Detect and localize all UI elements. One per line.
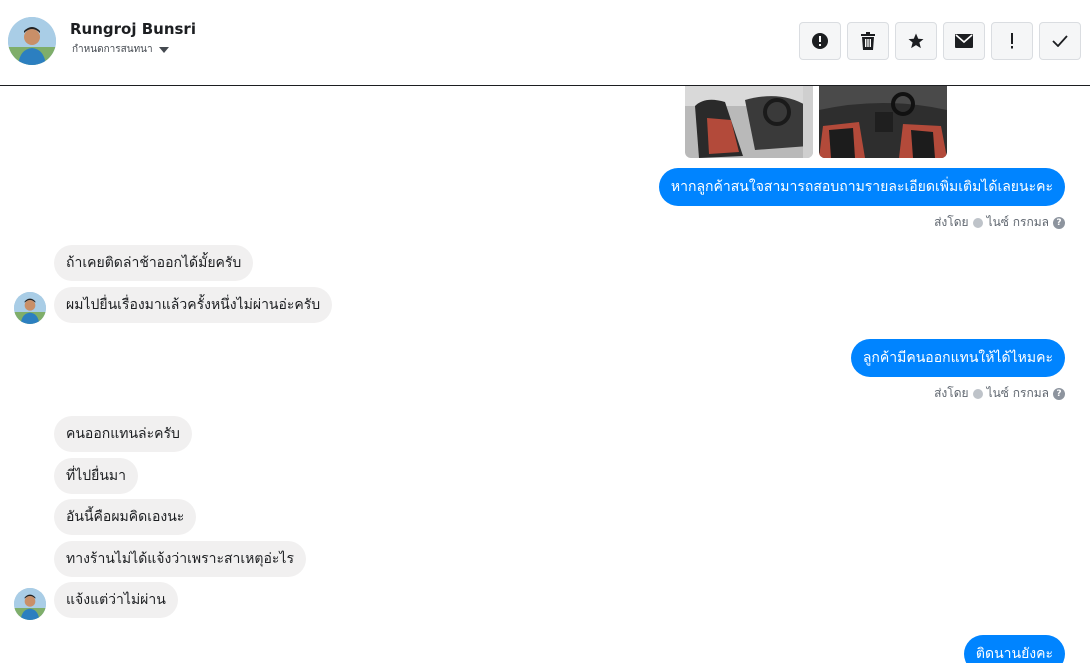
trash-icon xyxy=(861,32,875,50)
toolbar xyxy=(799,22,1081,60)
incoming-message[interactable]: ทางร้านไม่ได้แจ้งว่าเพราะสาเหตุอ่ะไร xyxy=(54,541,306,577)
car-interior-image-2[interactable] xyxy=(819,86,947,158)
conversation-header: Rungroj Bunsri กำหนดการสนทนา xyxy=(0,0,1090,86)
mark-unread-button[interactable] xyxy=(943,22,985,60)
alert-circle-icon xyxy=(812,33,828,49)
priority-button[interactable] xyxy=(991,22,1033,60)
sent-by-prefix: ส่งโดย xyxy=(934,386,969,400)
message-thread[interactable]: หากลูกค้าสนใจสามารถสอบถามรายละเอียดเพิ่ม… xyxy=(0,86,1090,663)
verified-icon xyxy=(972,388,983,399)
sender-name[interactable]: ไนซ์ กรกมล xyxy=(987,384,1049,403)
exclamation-icon xyxy=(1011,33,1013,49)
sent-by-info: ส่งโดย ไนซ์ กรกมล ? xyxy=(934,384,1065,403)
envelope-icon xyxy=(955,34,973,48)
sent-by-info: ส่งโดย ไนซ์ กรกมล ? xyxy=(934,213,1065,232)
verified-icon xyxy=(972,217,983,228)
contact-avatar-small[interactable] xyxy=(14,292,46,324)
incoming-message[interactable]: ผมไปยื่นเรื่องมาแล้วครั้งหนึ่งไม่ผ่านอ่ะ… xyxy=(54,287,333,323)
conversation-settings[interactable]: กำหนดการสนทนา xyxy=(72,42,169,57)
conversation-settings-label: กำหนดการสนทนา xyxy=(72,44,153,55)
star-icon xyxy=(908,33,924,49)
delete-button[interactable] xyxy=(847,22,889,60)
sender-name[interactable]: ไนซ์ กรกมล xyxy=(987,213,1049,232)
contact-avatar-small[interactable] xyxy=(14,588,46,620)
check-icon xyxy=(1052,35,1068,47)
outgoing-message[interactable]: ลูกค้ามีคนออกแทนให้ได้ไหมคะ xyxy=(850,339,1065,377)
star-button[interactable] xyxy=(895,22,937,60)
chevron-down-icon xyxy=(158,46,169,53)
contact-name[interactable]: Rungroj Bunsri xyxy=(70,20,196,38)
outgoing-message[interactable]: หากลูกค้าสนใจสามารถสอบถามรายละเอียดเพิ่ม… xyxy=(658,168,1065,206)
outgoing-message[interactable]: ติดนานยังคะ xyxy=(963,635,1065,663)
incoming-message[interactable]: ถ้าเคยติดล่าช้าออกได้มั้ยครับ xyxy=(54,245,254,281)
incoming-message[interactable]: คนออกแทนล่ะครับ xyxy=(54,416,192,452)
incoming-message[interactable]: แจ้งแต่ว่าไม่ผ่าน xyxy=(54,582,178,618)
incoming-message[interactable]: อันนี้คือผมคิดเองนะ xyxy=(54,499,197,535)
contact-avatar[interactable] xyxy=(8,17,56,65)
help-icon[interactable]: ? xyxy=(1053,216,1065,229)
done-button[interactable] xyxy=(1039,22,1081,60)
help-icon[interactable]: ? xyxy=(1053,387,1065,400)
incoming-message[interactable]: ที่ไปยื่นมา xyxy=(54,458,139,494)
mark-spam-button[interactable] xyxy=(799,22,841,60)
car-interior-image-1[interactable] xyxy=(685,86,813,158)
sent-by-prefix: ส่งโดย xyxy=(934,215,969,229)
